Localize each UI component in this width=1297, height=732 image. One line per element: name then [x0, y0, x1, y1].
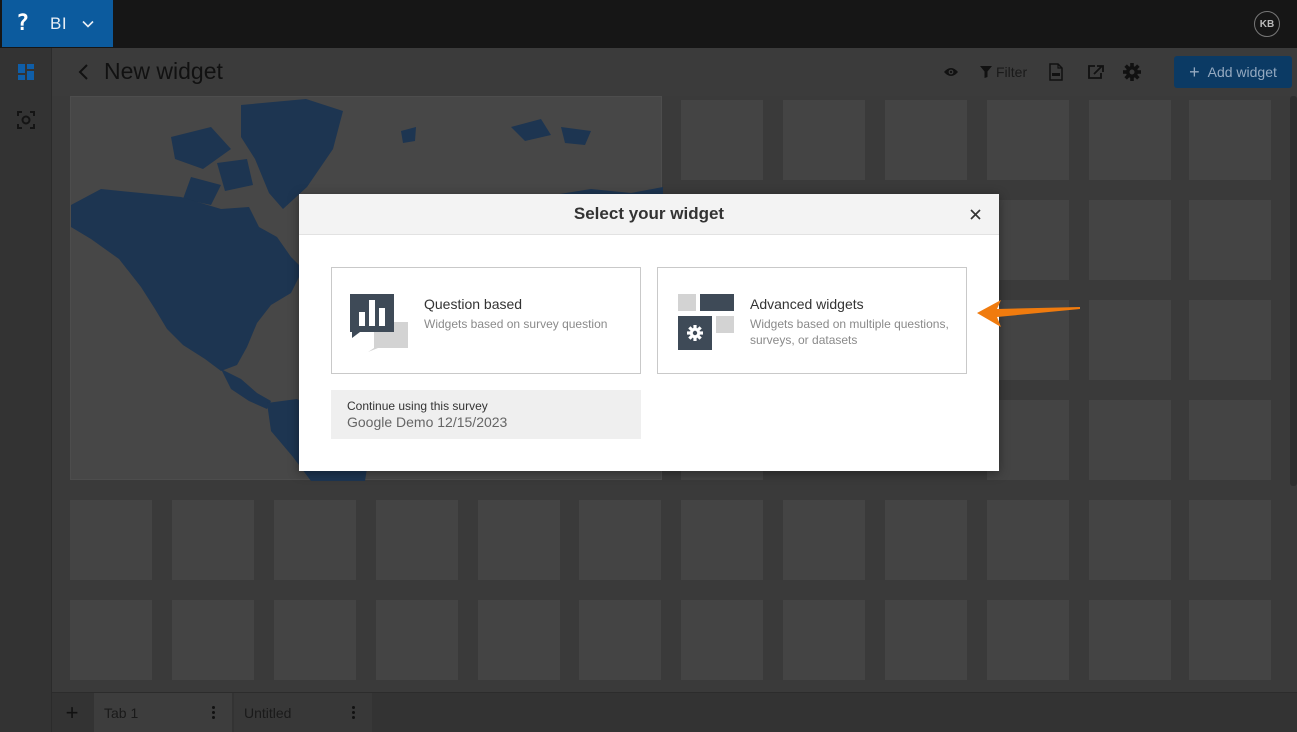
grid-placeholder — [987, 500, 1069, 580]
grid-placeholder — [783, 500, 865, 580]
select-widget-dialog: Select your widget Question based Widget… — [299, 194, 999, 471]
close-icon[interactable] — [967, 206, 983, 222]
grid-placeholder — [1089, 500, 1171, 580]
add-widget-button[interactable]: + Add widget — [1174, 56, 1292, 88]
option-description: Widgets based on multiple questions, sur… — [750, 317, 949, 347]
grid-placeholder — [1089, 200, 1171, 280]
grid-placeholder — [987, 400, 1069, 480]
grid-placeholder — [1089, 600, 1171, 680]
preview-eye-icon[interactable] — [943, 62, 959, 82]
grid-placeholder — [579, 500, 661, 580]
tab-tab-1[interactable]: Tab 1 — [94, 693, 232, 732]
settings-gear-icon[interactable] — [1123, 62, 1141, 82]
bar-chart-icon — [350, 292, 410, 352]
scan-icon[interactable] — [16, 110, 36, 130]
app-name: BI — [50, 13, 68, 33]
grid-placeholder — [172, 600, 254, 680]
page-title: New widget — [104, 58, 223, 84]
chevron-down-icon — [81, 17, 95, 31]
tab-bar: + Tab 1 Untitled — [52, 692, 1297, 732]
grid-placeholder — [274, 600, 356, 680]
continue-label: Continue using this survey — [347, 399, 488, 413]
option-title: Advanced widgets — [750, 296, 864, 312]
add-tab-button[interactable]: + — [60, 700, 84, 725]
tab-label: Tab 1 — [104, 705, 139, 721]
tab-label: Untitled — [244, 705, 292, 721]
filter-icon — [980, 66, 992, 78]
grid-placeholder — [274, 500, 356, 580]
grid-placeholder — [172, 500, 254, 580]
pdf-icon[interactable] — [1049, 62, 1063, 82]
grid-placeholder — [1189, 400, 1271, 480]
dialog-header: Select your widget — [299, 194, 999, 235]
dialog-title: Select your widget — [573, 204, 725, 223]
question-based-option[interactable]: Question based Widgets based on survey q… — [331, 267, 641, 374]
continue-survey-button[interactable]: Continue using this survey Google Demo 1… — [331, 390, 641, 439]
grid-placeholder — [987, 200, 1069, 280]
more-vertical-icon[interactable] — [212, 706, 216, 719]
grid-placeholder — [1089, 400, 1171, 480]
grid-placeholder — [885, 600, 967, 680]
annotation-arrow-icon — [977, 300, 1080, 327]
canvas-scrollbar[interactable] — [1290, 96, 1297, 486]
app-logo: ? — [16, 11, 30, 36]
more-vertical-icon[interactable] — [352, 706, 356, 719]
grid-placeholder — [478, 600, 560, 680]
grid-placeholder — [987, 100, 1069, 180]
left-rail — [0, 48, 52, 732]
grid-placeholder — [579, 600, 661, 680]
grid-placeholder — [681, 500, 763, 580]
grid-placeholder — [1189, 500, 1271, 580]
advanced-widgets-option[interactable]: Advanced widgets Widgets based on multip… — [657, 267, 967, 374]
page-header: New widget Filter + Add widget — [52, 48, 1297, 96]
add-widget-label: Add widget — [1207, 64, 1277, 80]
grid-placeholder — [70, 500, 152, 580]
grid-placeholder — [885, 500, 967, 580]
app-switcher[interactable]: ? BI — [2, 0, 113, 47]
grid-placeholder — [1189, 200, 1271, 280]
advanced-widgets-gear-icon — [676, 292, 736, 352]
grid-placeholder — [987, 600, 1069, 680]
grid-placeholder — [783, 600, 865, 680]
survey-name: Google Demo 12/15/2023 — [347, 414, 508, 430]
grid-placeholder — [1089, 100, 1171, 180]
tab-untitled[interactable]: Untitled — [234, 693, 372, 732]
grid-placeholder — [376, 500, 458, 580]
grid-placeholder — [681, 600, 763, 680]
grid-placeholder — [478, 500, 560, 580]
plus-icon: + — [1189, 61, 1200, 82]
option-title: Question based — [424, 296, 523, 312]
grid-placeholder — [1089, 300, 1171, 380]
back-icon[interactable] — [74, 62, 92, 82]
grid-placeholder — [1189, 600, 1271, 680]
grid-placeholder — [1189, 100, 1271, 180]
option-description: Widgets based on survey question — [424, 317, 608, 331]
dashboard-icon[interactable] — [16, 62, 36, 82]
grid-placeholder — [681, 100, 763, 180]
grid-placeholder — [70, 600, 152, 680]
grid-placeholder — [783, 100, 865, 180]
filter-label: Filter — [996, 64, 1028, 80]
grid-placeholder — [1189, 300, 1271, 380]
filter-button[interactable]: Filter — [980, 62, 1027, 82]
top-bar: ? BI KB — [0, 0, 1297, 48]
user-avatar[interactable]: KB — [1254, 11, 1280, 37]
grid-placeholder — [885, 100, 967, 180]
grid-placeholder — [376, 600, 458, 680]
share-icon[interactable] — [1087, 62, 1105, 82]
